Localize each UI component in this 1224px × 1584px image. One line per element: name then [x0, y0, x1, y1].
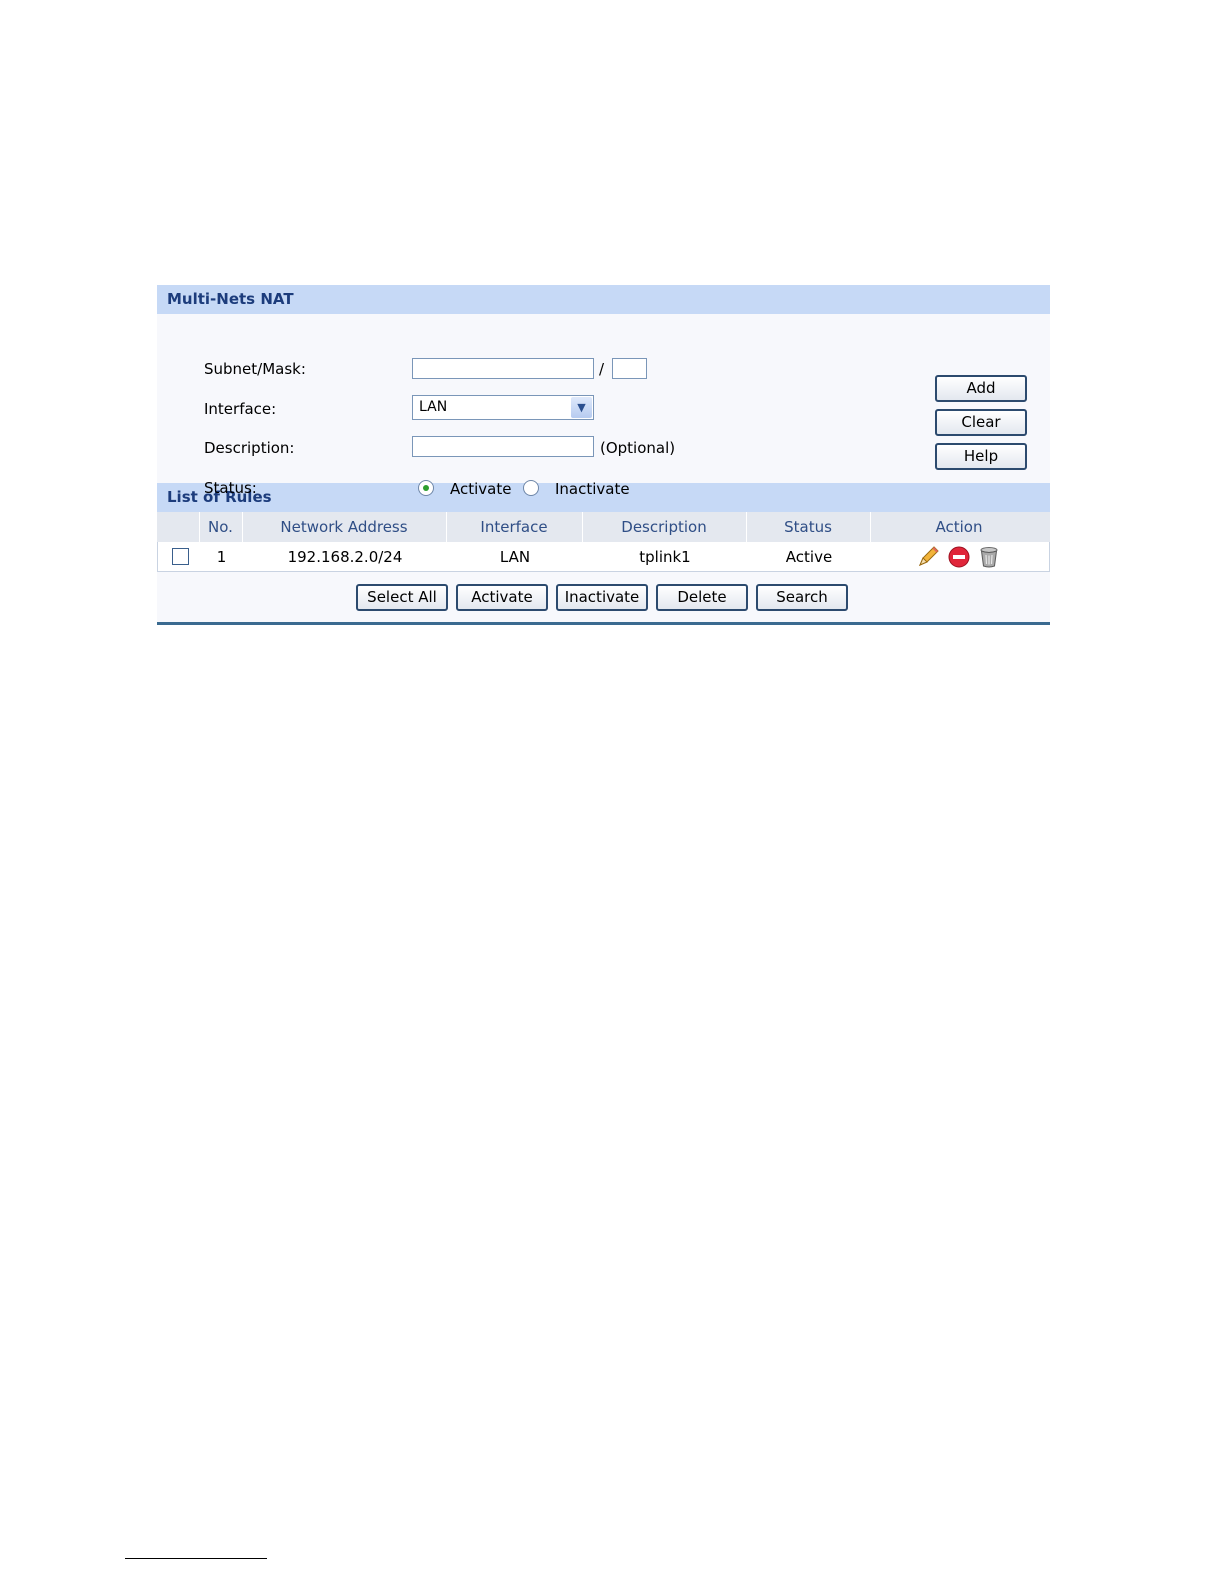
column-description: Description: [621, 518, 707, 536]
rules-table-header: No. Network Address Interface Descriptio…: [157, 512, 1050, 542]
add-button[interactable]: Add: [935, 375, 1027, 402]
column-action: Action: [935, 518, 983, 536]
table-row: 1 192.168.2.0/24 LAN tplink1 Active: [157, 542, 1050, 572]
status-inactivate-label: Inactivate: [555, 480, 630, 498]
status-activate-radio[interactable]: [418, 480, 434, 496]
inactivate-button[interactable]: Inactivate: [556, 584, 648, 611]
row-status: Active: [785, 548, 833, 566]
clear-button[interactable]: Clear: [935, 409, 1027, 436]
mask-input[interactable]: [612, 358, 647, 379]
subnet-mask-label: Subnet/Mask:: [204, 360, 306, 378]
description-optional-hint: (Optional): [600, 439, 676, 457]
chevron-down-icon[interactable]: ▼: [571, 397, 592, 418]
help-button[interactable]: Help: [935, 443, 1027, 470]
nat-form: Subnet/Mask: / Interface: LAN ▼ Descript…: [157, 314, 1050, 498]
footnote-divider: [125, 1558, 267, 1559]
interface-selected-value: LAN: [419, 399, 448, 415]
subnet-input[interactable]: [412, 358, 594, 379]
status-label: Status:: [204, 479, 257, 497]
column-no: No.: [208, 518, 233, 536]
page: { "form": { "title": "Multi-Nets NAT", "…: [0, 0, 1224, 1584]
row-interface: LAN: [499, 548, 531, 566]
column-network-address: Network Address: [280, 518, 408, 536]
column-interface: Interface: [480, 518, 548, 536]
edit-icon[interactable]: [916, 545, 940, 569]
row-network-address: 192.168.2.0/24: [287, 548, 403, 566]
status-inactivate-radio[interactable]: [523, 480, 539, 496]
mask-separator: /: [599, 360, 605, 378]
column-status: Status: [784, 518, 832, 536]
row-select-checkbox[interactable]: [172, 548, 189, 565]
description-label: Description:: [204, 439, 295, 457]
disable-icon[interactable]: [947, 545, 971, 569]
interface-label: Interface:: [204, 400, 277, 418]
status-activate-label: Activate: [450, 480, 512, 498]
delete-icon[interactable]: [977, 545, 1001, 569]
form-title: Multi-Nets NAT: [157, 285, 1050, 314]
panel-bottom-border: [157, 622, 1050, 625]
row-description: tplink1: [639, 548, 691, 566]
delete-button[interactable]: Delete: [656, 584, 748, 611]
interface-select[interactable]: LAN ▼: [412, 395, 594, 420]
multi-nets-nat-panel: Multi-Nets NAT Subnet/Mask: / Interface:…: [157, 285, 1050, 625]
search-button[interactable]: Search: [756, 584, 848, 611]
activate-button[interactable]: Activate: [456, 584, 548, 611]
rules-action-bar: Select All Activate Inactivate Delete Se…: [157, 572, 1050, 622]
description-input[interactable]: [412, 436, 594, 457]
row-no: 1: [216, 548, 227, 566]
select-all-button[interactable]: Select All: [356, 584, 448, 611]
